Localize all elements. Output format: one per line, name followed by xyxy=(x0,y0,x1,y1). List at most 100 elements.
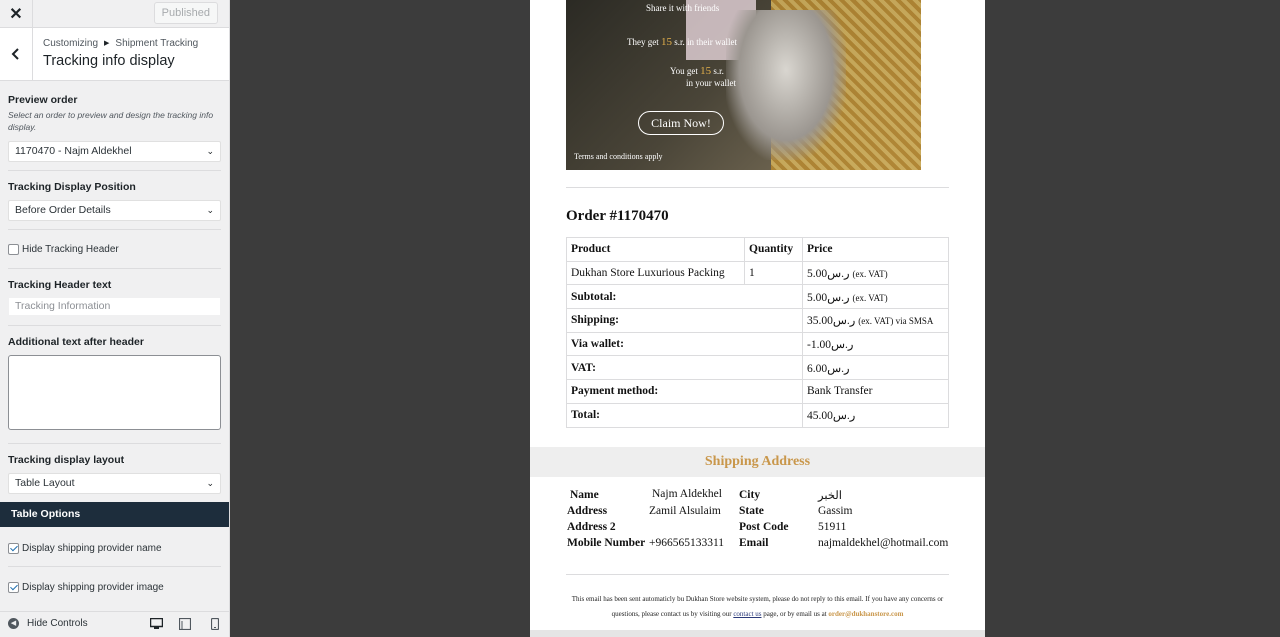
banner-line-2: They get 15 s.r. in their wallet xyxy=(627,36,737,48)
item-qty: 1 xyxy=(744,260,803,286)
preview-order-control: Preview order Select an order to preview… xyxy=(0,81,229,162)
row-value: 45.00ر.س xyxy=(802,402,949,428)
layout-value: Table Layout xyxy=(15,477,75,489)
hide-controls-button[interactable]: ◀ Hide Controls xyxy=(8,618,88,629)
preview-order-select[interactable]: 1170470 - Najm Aldekhel ⌄ xyxy=(8,141,221,162)
footer-note-line-1: This email has been sent automaticly bu … xyxy=(571,595,944,603)
address-mobile-label: Mobile Number xyxy=(567,537,646,549)
provider-image-label: Display shipping provider image xyxy=(22,582,164,594)
provider-image-checkbox[interactable] xyxy=(8,582,19,594)
row-value: 35.00ر.س (ex. VAT) via SMSA xyxy=(802,308,949,333)
chevron-down-icon: ⌄ xyxy=(206,146,214,156)
address-postcode-value: 51911 xyxy=(818,521,847,533)
preview-order-label: Preview order xyxy=(8,94,78,106)
provider-name-checkbox[interactable] xyxy=(8,543,19,555)
header-product: Product xyxy=(566,237,745,262)
address-email-label: Email xyxy=(739,537,769,549)
address-name-value: Najm Aldekhel xyxy=(652,488,722,500)
display-position-select[interactable]: Before Order Details ⌄ xyxy=(8,200,221,221)
address-city-value: الخبر xyxy=(818,490,842,502)
address-mobile-value: +966565133311 xyxy=(649,537,725,549)
row-label: Via wallet: xyxy=(566,331,803,357)
email-bottom-band xyxy=(530,630,985,637)
additional-text-control: Additional text after header xyxy=(0,326,229,430)
divider xyxy=(566,574,949,575)
mobile-preview-button[interactable] xyxy=(208,617,222,631)
header-price: Price xyxy=(802,237,949,262)
footer-note-line-2: questions, please contact us by visiting… xyxy=(611,610,904,618)
tablet-preview-button[interactable] xyxy=(178,617,192,631)
banner-line-4: in your wallet xyxy=(686,78,736,88)
banner-terms: Terms and conditions apply xyxy=(574,152,663,161)
order-table-header: Product Quantity Price xyxy=(566,237,949,262)
address-state-label: State xyxy=(739,505,764,517)
claim-now-button[interactable]: Claim Now! xyxy=(638,111,724,135)
chevron-down-icon: ⌄ xyxy=(206,478,214,488)
customizer-topbar: ✕ Published xyxy=(0,0,229,28)
address-postcode-label: Post Code xyxy=(739,521,789,533)
address-street-value: Zamil Alsulaim xyxy=(649,505,721,517)
table-row: Total: 45.00ر.س xyxy=(566,402,949,428)
close-customizer-button[interactable]: ✕ xyxy=(0,0,33,28)
address-line2-label: Address 2 xyxy=(567,521,616,533)
back-button[interactable] xyxy=(0,28,33,80)
provider-name-control: Display shipping provider name xyxy=(0,527,229,566)
provider-name-label: Display shipping provider name xyxy=(22,543,162,555)
row-value: Bank Transfer xyxy=(802,379,949,404)
header-text-input[interactable]: Tracking Information xyxy=(8,297,221,316)
header-text-control: Tracking Header text Tracking Informatio… xyxy=(0,269,229,316)
section-header: Customizing ▶ Shipment Tracking Tracking i… xyxy=(0,28,229,81)
divider xyxy=(566,187,949,188)
row-label: Shipping: xyxy=(566,308,803,333)
row-label: VAT: xyxy=(566,355,803,381)
mobile-icon xyxy=(211,618,219,630)
close-icon: ✕ xyxy=(9,6,23,23)
row-value: -1.00ر.س xyxy=(802,331,949,357)
row-label: Total: xyxy=(566,402,803,428)
hide-header-control: Hide Tracking Header xyxy=(0,230,229,268)
triangle-right-icon: ▶ xyxy=(104,40,110,47)
address-city-label: City xyxy=(739,489,761,501)
footer-note: This email has been sent automaticly bu … xyxy=(566,592,949,622)
layout-select[interactable]: Table Layout ⌄ xyxy=(8,473,221,494)
promo-banner-image[interactable]: Share it with friends They get 15 s.r. i… xyxy=(566,0,921,170)
section-title: Tracking info display xyxy=(43,53,175,69)
hide-header-checkbox[interactable] xyxy=(8,244,19,256)
additional-text-textarea[interactable] xyxy=(8,355,221,430)
table-row: Via wallet: -1.00ر.س xyxy=(566,331,949,357)
address-street-label: Address xyxy=(567,505,608,517)
address-name-label: Name xyxy=(570,489,599,501)
display-position-value: Before Order Details xyxy=(15,204,111,216)
chevron-down-icon: ⌄ xyxy=(206,205,214,215)
hide-controls-label: Hide Controls xyxy=(27,618,88,629)
header-text-label: Tracking Header text xyxy=(8,279,112,291)
breadcrumb: Customizing ▶ Shipment Tracking xyxy=(43,38,198,49)
display-position-label: Tracking Display Position xyxy=(8,181,136,193)
layout-label: Tracking display layout xyxy=(8,454,125,466)
row-value: 6.00ر.س xyxy=(802,355,949,381)
tablet-icon xyxy=(179,618,191,630)
row-value: 5.00ر.س (ex. VAT) xyxy=(802,284,949,310)
support-email-link[interactable]: order@dukhanstore.com xyxy=(828,610,903,618)
contact-us-link[interactable]: contact us xyxy=(733,610,761,618)
address-email-value: najmaldekhel@hotmail.com xyxy=(818,537,949,549)
item-price: 5.00ر.س (ex. VAT) xyxy=(802,260,949,286)
banner-line-1: Share it with friends xyxy=(646,3,720,13)
table-row: Subtotal: 5.00ر.س (ex. VAT) xyxy=(566,284,949,310)
table-row: VAT: 6.00ر.س xyxy=(566,355,949,381)
preview-order-value: 1170470 - Najm Aldekhel xyxy=(15,145,132,157)
layout-control: Tracking display layout Table Layout ⌄ xyxy=(0,444,229,494)
header-quantity: Quantity xyxy=(744,237,803,262)
email-preview: Share it with friends They get 15 s.r. i… xyxy=(530,0,985,637)
publish-button[interactable]: Published xyxy=(153,2,218,24)
customizer-sidebar: ✕ Published Customizing ▶ Shipment Trackin… xyxy=(0,0,230,637)
banner-line-3: You get 15 s.r. xyxy=(670,65,724,77)
row-label: Subtotal: xyxy=(566,284,803,310)
table-row: Payment method: Bank Transfer xyxy=(566,379,949,404)
breadcrumb-current: Shipment Tracking xyxy=(115,38,199,49)
row-label: Payment method: xyxy=(566,379,803,404)
desktop-preview-button[interactable] xyxy=(149,617,163,631)
preview-order-description: Select an order to preview and design th… xyxy=(8,110,214,132)
desktop-icon xyxy=(149,618,163,629)
order-title: Order #1170470 xyxy=(566,208,669,224)
